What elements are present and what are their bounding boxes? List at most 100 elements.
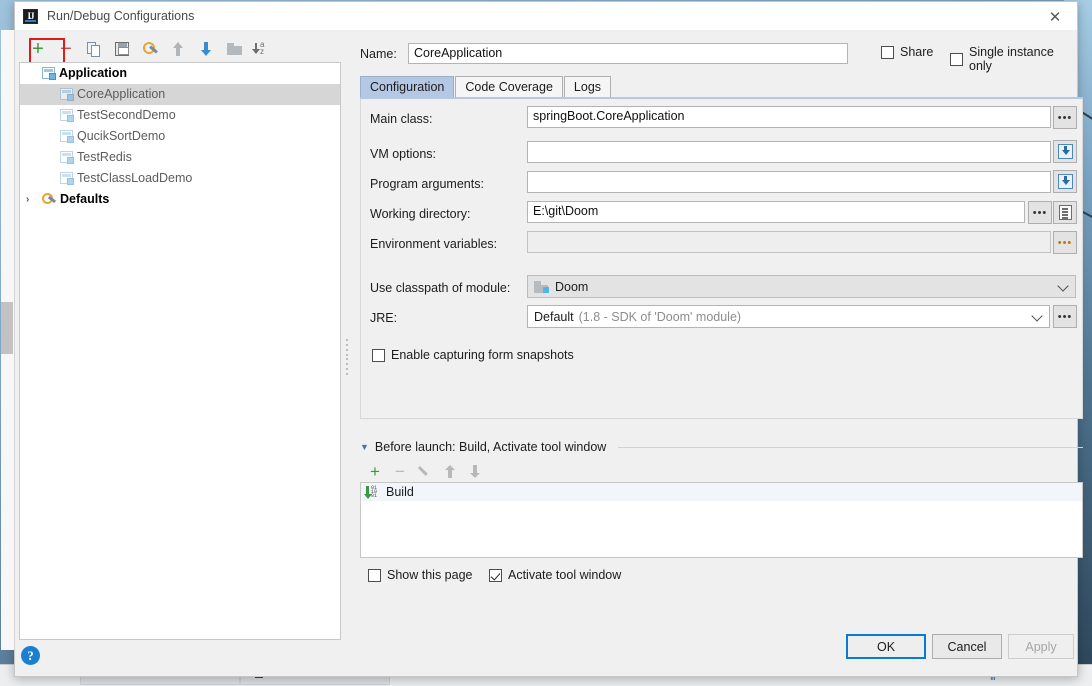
tree-item-testredis[interactable]: TestRedis [20, 147, 340, 168]
tree-item-label: TestSecondDemo [77, 108, 176, 122]
checkbox-box [372, 348, 385, 362]
chevron-down-icon[interactable]: ▼ [360, 442, 369, 452]
wrench-icon [42, 192, 56, 205]
application-icon [42, 67, 56, 80]
add-task-button[interactable]: + [362, 460, 388, 482]
name-label: Name: [360, 47, 397, 61]
remove-configuration-button[interactable]: − [53, 36, 79, 62]
move-down-button[interactable] [193, 36, 219, 62]
main-class-browse-button[interactable]: ••• [1053, 106, 1077, 129]
vm-options-expand-button[interactable] [1053, 140, 1077, 163]
environment-variables-browse-button[interactable]: ••• [1053, 231, 1077, 254]
create-folder-button[interactable] [221, 36, 247, 62]
editor-scrollbar[interactable] [1, 30, 15, 650]
application-icon [60, 172, 74, 185]
tree-item-label: QucikSortDemo [77, 129, 166, 143]
chevron-down-icon [1033, 312, 1042, 321]
working-directory-browse-button[interactable]: ••• [1028, 201, 1052, 224]
jre-browse-button[interactable]: ••• [1053, 305, 1077, 328]
run-debug-configurations-dialog: IJ Run/Debug Configurations ✕ + − az App… [1, 1, 1083, 677]
vm-options-label: VM options: [370, 147, 437, 161]
tree-item-label: TestClassLoadDemo [77, 171, 193, 185]
share-label: Share [900, 45, 934, 59]
tab-code-coverage[interactable]: Code Coverage [455, 76, 563, 98]
activate-tool-window-checkbox[interactable]: Activate tool window [489, 568, 621, 582]
add-configuration-button[interactable]: + [25, 36, 51, 62]
save-configuration-button[interactable] [109, 36, 135, 62]
tree-group-label: Application [59, 66, 128, 80]
before-launch-title: Before launch: Build, Activate tool wind… [374, 440, 607, 454]
before-launch-task-list[interactable]: 01 10 01 Build [360, 482, 1083, 558]
move-task-down-button[interactable] [462, 460, 488, 482]
remove-task-button[interactable]: − [387, 460, 413, 482]
jre-value: Default [534, 309, 574, 324]
before-launch-header: ▼ Before launch: Build, Activate tool wi… [360, 440, 1083, 454]
divider [618, 446, 1083, 448]
close-icon[interactable]: ✕ [1033, 2, 1077, 31]
sort-configurations-button[interactable]: az [249, 36, 275, 62]
tree-item-label: TestRedis [77, 150, 132, 164]
configurations-toolbar: + − az [19, 36, 341, 62]
tree-group-label: Defaults [60, 192, 110, 206]
tree-item-label: CoreApplication [77, 87, 166, 101]
cancel-button[interactable]: Cancel [932, 634, 1002, 659]
edit-task-button[interactable] [412, 460, 438, 482]
tree-item-qucksortdemo[interactable]: QucikSortDemo [20, 126, 340, 147]
configurations-tree[interactable]: Application CoreApplication TestSecondDe… [19, 62, 341, 640]
main-class-input[interactable]: springBoot.CoreApplication [527, 106, 1051, 128]
show-this-page-checkbox[interactable]: Show this page [368, 568, 472, 582]
apply-button[interactable]: Apply [1008, 634, 1074, 659]
panel-splitter[interactable] [344, 337, 350, 377]
module-value: Doom [555, 279, 589, 294]
checkbox-box [881, 45, 894, 59]
dialog-titlebar: IJ Run/Debug Configurations ✕ [15, 2, 1077, 31]
application-icon [60, 88, 74, 101]
tree-group-application[interactable]: Application [20, 63, 340, 84]
program-arguments-label: Program arguments: [370, 177, 484, 191]
chevron-down-icon [1059, 282, 1068, 291]
enable-capturing-form-snapshots-checkbox[interactable]: Enable capturing form snapshots [372, 348, 574, 362]
checkbox-box [489, 568, 502, 582]
activate-tool-window-label: Activate tool window [508, 568, 622, 582]
program-arguments-expand-button[interactable] [1053, 170, 1077, 193]
jre-combobox[interactable]: Default (1.8 - SDK of 'Doom' module) [527, 305, 1050, 328]
task-label: Build [386, 485, 414, 499]
environment-variables-label: Environment variables: [370, 237, 498, 251]
build-icon: 01 10 01 [363, 485, 381, 499]
main-class-label: Main class: [370, 112, 433, 126]
edit-defaults-button[interactable] [137, 36, 163, 62]
move-task-up-button[interactable] [437, 460, 463, 482]
working-directory-input[interactable]: E:\git\Doom [527, 201, 1025, 223]
scrollbar-thumb[interactable] [1, 302, 13, 354]
show-this-page-label: Show this page [387, 568, 473, 582]
tab-logs[interactable]: Logs [563, 76, 612, 98]
copy-configuration-button[interactable] [81, 36, 107, 62]
move-up-button[interactable] [165, 36, 191, 62]
checkbox-box [368, 568, 381, 582]
working-directory-macros-button[interactable] [1053, 201, 1077, 224]
single-instance-label: Single instance only [969, 45, 1054, 73]
tree-group-defaults[interactable]: › Defaults [20, 189, 340, 210]
config-tabs: Configuration Code Coverage Logs [360, 76, 612, 98]
application-icon [60, 151, 74, 164]
single-instance-checkbox[interactable]: Single instance only [950, 45, 1077, 73]
before-launch-toolbar: + − [362, 460, 562, 482]
ok-button[interactable]: OK [846, 634, 926, 659]
environment-variables-input[interactable] [527, 231, 1051, 253]
use-classpath-of-module-label: Use classpath of module: [370, 281, 511, 295]
name-input[interactable]: CoreApplication [408, 43, 848, 64]
tree-item-testseconddemo[interactable]: TestSecondDemo [20, 105, 340, 126]
chevron-right-icon[interactable]: › [26, 189, 38, 210]
program-arguments-input[interactable] [527, 171, 1051, 193]
list-item[interactable]: 01 10 01 Build [361, 483, 1082, 501]
tab-configuration[interactable]: Configuration [360, 76, 455, 98]
use-classpath-of-module-combobox[interactable]: Doom [527, 275, 1076, 298]
vm-options-input[interactable] [527, 141, 1051, 163]
intellij-idea-icon: IJ [23, 9, 38, 24]
help-button[interactable]: ? [21, 646, 40, 665]
module-icon [534, 280, 549, 293]
checkbox-box [950, 52, 963, 66]
tree-item-coreapplication[interactable]: CoreApplication [20, 84, 340, 105]
tree-item-testclassloaddemo[interactable]: TestClassLoadDemo [20, 168, 340, 189]
share-checkbox[interactable]: Share [881, 45, 933, 59]
